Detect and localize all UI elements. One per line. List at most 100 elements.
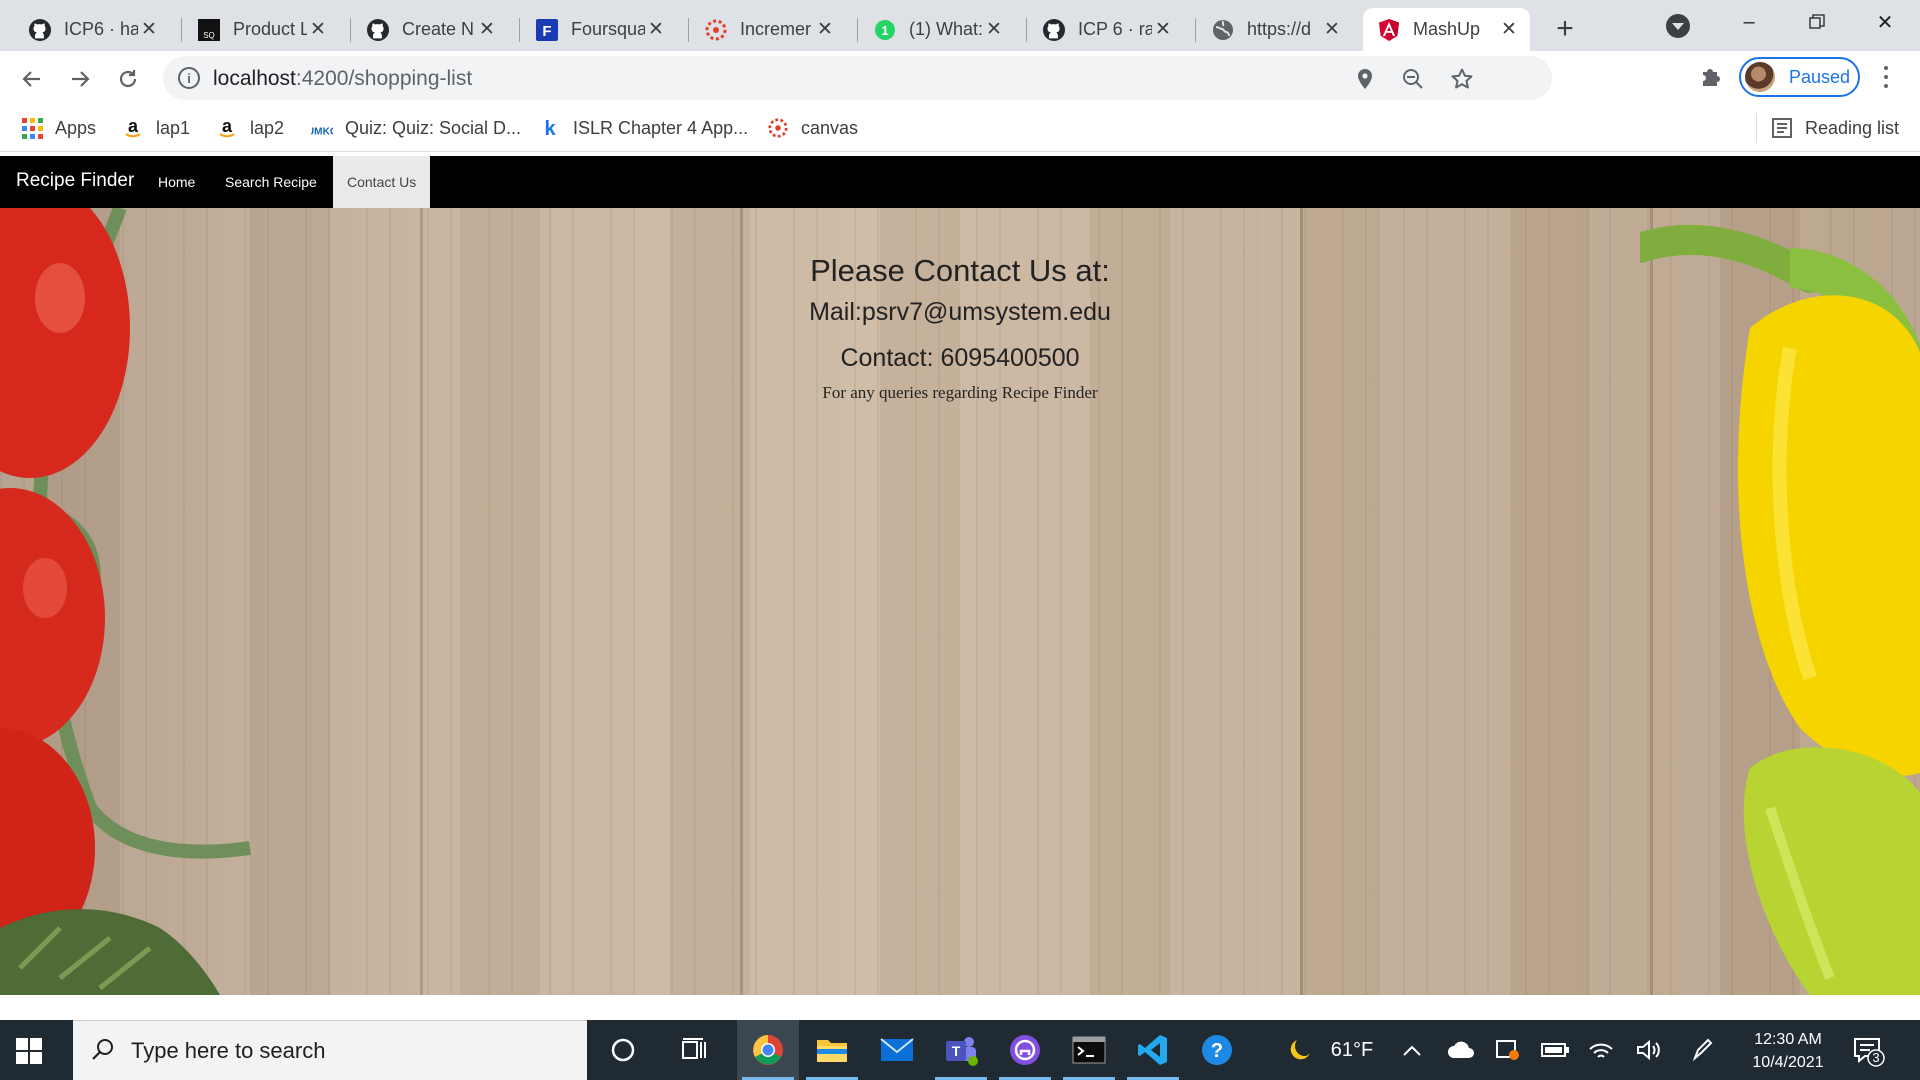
task-view-icon[interactable]	[664, 1020, 726, 1080]
tab-title: Incremer	[740, 19, 812, 39]
mail-icon[interactable]	[866, 1020, 928, 1080]
canvas-icon	[767, 117, 789, 139]
close-window-button[interactable]: ✕	[1862, 4, 1908, 40]
tab-title: ICP 6 · ra	[1078, 19, 1152, 39]
tab-separator	[1195, 18, 1196, 42]
close-icon[interactable]: ✕	[476, 19, 498, 41]
bookmarks-bar: Apps a lap1 a lap2 UMKC Quiz: Quiz: Soci…	[0, 105, 1920, 152]
weather-temperature[interactable]: 61°F	[1322, 1020, 1382, 1080]
onedrive-cloud-icon[interactable]	[1443, 1020, 1479, 1080]
zoom-out-icon[interactable]	[1401, 67, 1425, 91]
amazon-icon: a	[216, 117, 238, 139]
browser-tab[interactable]: https://d ✕	[1197, 8, 1353, 51]
browser-tab[interactable]: F Foursqua ✕	[521, 8, 677, 51]
taskbar-clock[interactable]: 12:30 AM 10/4/2021	[1738, 1028, 1838, 1074]
file-explorer-icon[interactable]	[801, 1020, 863, 1080]
close-icon[interactable]: ✕	[1498, 19, 1520, 41]
bookmark-apps[interactable]: Apps	[21, 115, 96, 141]
contact-phone: Contact: 6095400500	[840, 344, 1080, 372]
close-icon[interactable]: ✕	[138, 19, 160, 41]
vscode-icon[interactable]	[1122, 1020, 1184, 1080]
help-icon[interactable]: ?	[1186, 1020, 1248, 1080]
forward-button[interactable]	[64, 63, 96, 95]
tab-title: Product L	[233, 19, 307, 39]
new-tab-button[interactable]: +	[1549, 12, 1581, 45]
close-icon[interactable]: ✕	[983, 19, 1005, 41]
close-icon[interactable]: ✕	[645, 19, 667, 41]
browser-tab-strip: ICP6 · ha ✕ SQ Product L ✕ Create N ✕ F …	[0, 0, 1920, 51]
wifi-icon[interactable]	[1584, 1020, 1618, 1080]
weather-moon-icon[interactable]	[1280, 1020, 1320, 1080]
battery-icon[interactable]	[1537, 1020, 1573, 1080]
contact-email: Mail:psrv7@umsystem.edu	[809, 298, 1111, 326]
chrome-menu-icon[interactable]	[1878, 63, 1894, 91]
github-icon	[1042, 18, 1066, 42]
bookmark-islr[interactable]: k ISLR Chapter 4 App...	[539, 115, 748, 141]
apps-grid-icon	[21, 117, 43, 139]
close-icon[interactable]: ✕	[1321, 19, 1343, 41]
close-icon[interactable]: ✕	[307, 19, 329, 41]
pen-icon[interactable]	[1686, 1020, 1720, 1080]
bookmark-label: canvas	[801, 117, 859, 138]
search-icon	[92, 1039, 113, 1060]
restore-button[interactable]	[1794, 4, 1840, 40]
bookmark-star-icon[interactable]	[1450, 67, 1474, 91]
svg-text:1: 1	[881, 23, 888, 38]
browser-toolbar: i localhost:4200/shopping-list	[0, 51, 1920, 105]
reload-button[interactable]	[112, 63, 144, 95]
nav-home[interactable]: Home	[144, 156, 209, 208]
chrome-taskbar-icon[interactable]	[737, 1020, 799, 1080]
browser-tab[interactable]: 1 (1) What: ✕	[859, 8, 1015, 51]
address-bar[interactable]: i localhost:4200/shopping-list	[163, 56, 1552, 100]
github-desktop-icon[interactable]	[994, 1020, 1056, 1080]
nav-search-recipe[interactable]: Search Recipe	[211, 156, 331, 208]
avatar	[1745, 62, 1775, 92]
brand-link[interactable]: Recipe Finder	[16, 170, 134, 192]
clock-time: 12:30 AM	[1754, 1031, 1822, 1048]
terminal-icon[interactable]	[1058, 1020, 1120, 1080]
contact-note: For any queries regarding Recipe Finder	[822, 383, 1098, 402]
svg-text:T: T	[952, 1043, 961, 1059]
reading-list-button[interactable]: Reading list	[1771, 115, 1899, 141]
security-icon[interactable]	[1491, 1020, 1525, 1080]
browser-tab[interactable]: SQ Product L ✕	[183, 8, 339, 51]
browser-tab-active[interactable]: MashUp ✕	[1363, 8, 1530, 51]
canvas-icon	[704, 18, 728, 42]
windows-start-icon[interactable]	[16, 1038, 42, 1064]
contact-heading: Please Contact Us at:	[810, 253, 1110, 288]
url-text[interactable]: localhost:4200/shopping-list	[213, 67, 472, 91]
bookmark-label: Quiz: Quiz: Social D...	[345, 117, 522, 138]
bookmark-lap2[interactable]: a lap2	[216, 115, 284, 141]
svg-text:k: k	[544, 118, 556, 139]
svg-text:UMKC: UMKC	[311, 126, 333, 137]
tab-separator	[688, 18, 689, 42]
tab-title: ICP6 · ha	[64, 19, 138, 39]
profile-button[interactable]: Paused	[1739, 57, 1860, 97]
extensions-puzzle-icon[interactable]	[1699, 63, 1725, 89]
browser-tab[interactable]: Incremer ✕	[690, 8, 846, 51]
taskbar-search-placeholder: Type here to search	[131, 1038, 326, 1063]
cortana-icon[interactable]	[592, 1020, 654, 1080]
whatsapp-icon: 1	[873, 18, 897, 42]
tab-separator	[350, 18, 351, 42]
minimize-button[interactable]: –	[1726, 4, 1772, 40]
bookmark-lap1[interactable]: a lap1	[122, 115, 190, 141]
taskbar-search-box[interactable]: Type here to search	[73, 1020, 587, 1080]
close-icon[interactable]: ✕	[1152, 19, 1174, 41]
action-center-icon[interactable]: 3	[1851, 1034, 1885, 1068]
browser-tab[interactable]: ICP6 · ha ✕	[14, 8, 170, 51]
nav-contact-us[interactable]: Contact Us	[333, 156, 431, 208]
volume-icon[interactable]	[1631, 1020, 1665, 1080]
globe-icon	[1211, 18, 1235, 42]
info-icon[interactable]: i	[178, 67, 200, 89]
bookmark-quiz[interactable]: UMKC Quiz: Quiz: Social D...	[311, 115, 521, 141]
teams-icon[interactable]: T	[930, 1020, 992, 1080]
browser-tab[interactable]: Create N ✕	[352, 8, 508, 51]
browser-tab[interactable]: ICP 6 · ra ✕	[1028, 8, 1184, 51]
location-pin-icon[interactable]	[1353, 67, 1377, 91]
bookmark-canvas[interactable]: canvas	[767, 115, 858, 141]
back-button[interactable]	[16, 63, 48, 95]
close-icon[interactable]: ✕	[814, 19, 836, 41]
tab-search-button[interactable]	[1666, 14, 1690, 38]
chevron-up-icon[interactable]	[1396, 1020, 1428, 1080]
